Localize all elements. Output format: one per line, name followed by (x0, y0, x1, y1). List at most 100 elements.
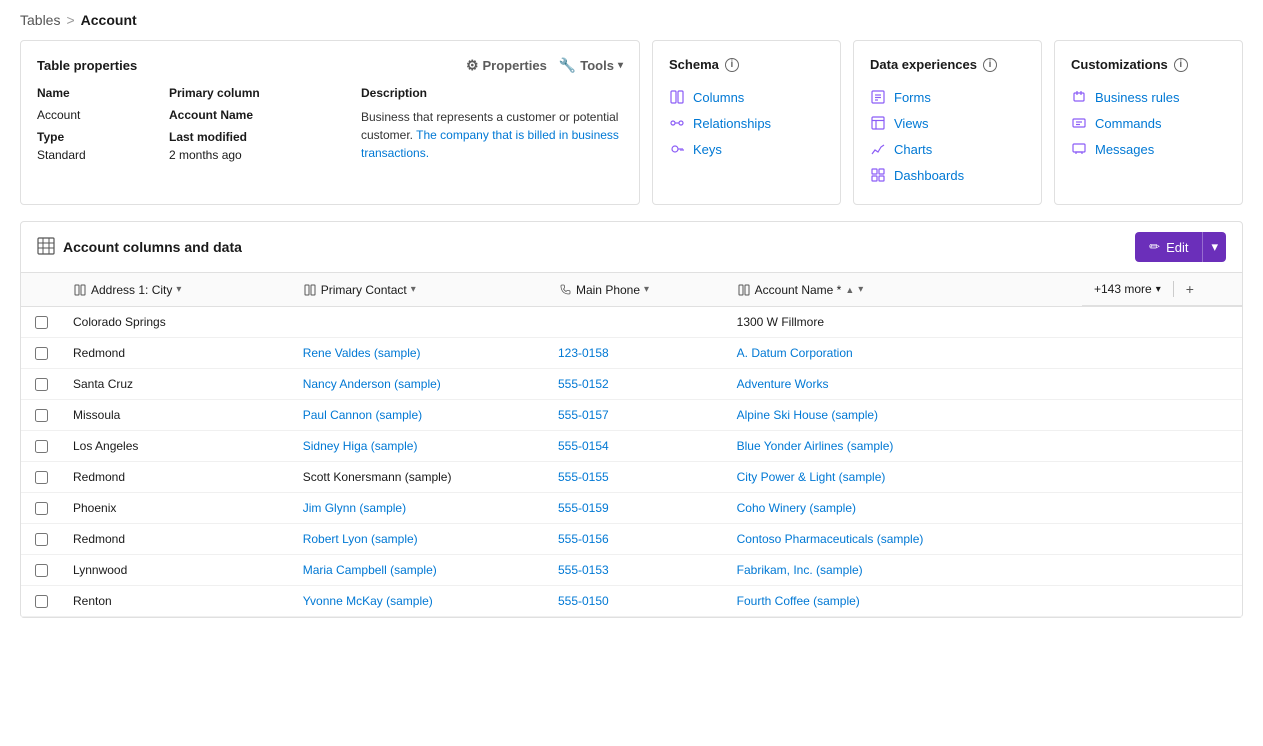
contact-link[interactable]: Paul Cannon (sample) (303, 408, 422, 422)
row-checkbox[interactable] (35, 502, 48, 515)
data-table-wrapper: Address 1: City ▾ Prim (21, 273, 1242, 617)
row-checkbox[interactable] (35, 409, 48, 422)
contact-cell: Robert Lyon (sample) (291, 524, 546, 555)
account-name-cell: Coho Winery (sample) (725, 493, 1082, 524)
city-cell: Phoenix (61, 493, 291, 524)
row-checkbox-cell[interactable] (21, 524, 61, 555)
row-checkbox-cell[interactable] (21, 369, 61, 400)
account-table-section: Account columns and data ✏ Edit ▾ (20, 221, 1243, 618)
breadcrumb: Tables > Account (0, 0, 1263, 40)
account-name-cell: Fabrikam, Inc. (sample) (725, 555, 1082, 586)
contact-link[interactable]: Sidney Higa (sample) (303, 439, 418, 453)
tp-grid: Name Primary column Description Account … (37, 86, 623, 162)
contact-cell: Jim Glynn (sample) (291, 493, 546, 524)
table-row: Phoenix Jim Glynn (sample) 555-0159 Coho… (21, 493, 1242, 524)
relationships-link[interactable]: Relationships (669, 110, 824, 136)
phone-link[interactable]: 555-0152 (558, 377, 609, 391)
contact-link[interactable]: Maria Campbell (sample) (303, 563, 437, 577)
row-checkbox-cell[interactable] (21, 338, 61, 369)
messages-link[interactable]: Messages (1071, 136, 1226, 162)
row-checkbox-cell[interactable] (21, 400, 61, 431)
row-checkbox-cell[interactable] (21, 431, 61, 462)
account-name-cell: Contoso Pharmaceuticals (sample) (725, 524, 1082, 555)
phone-link[interactable]: 555-0150 (558, 594, 609, 608)
city-column-header[interactable]: Address 1: City ▾ (61, 273, 291, 307)
properties-button[interactable]: ⚙ Properties (466, 57, 547, 74)
phone-link[interactable]: 555-0154 (558, 439, 609, 453)
phone-column-header[interactable]: Main Phone ▾ (546, 273, 725, 307)
account-link[interactable]: A. Datum Corporation (737, 346, 853, 360)
contact-link[interactable]: Jim Glynn (sample) (303, 501, 406, 515)
account-col-icon (737, 283, 751, 297)
description-header: Description (361, 86, 623, 104)
phone-link[interactable]: 123-0158 (558, 346, 609, 360)
dashboards-link[interactable]: Dashboards (870, 162, 1025, 188)
extra-cell (1082, 555, 1242, 586)
table-row: Missoula Paul Cannon (sample) 555-0157 A… (21, 400, 1242, 431)
row-checkbox-cell[interactable] (21, 493, 61, 524)
contact-column-header[interactable]: Primary Contact ▾ (291, 273, 546, 307)
phone-link[interactable]: 555-0156 (558, 532, 609, 546)
views-link[interactable]: Views (870, 110, 1025, 136)
row-checkbox[interactable] (35, 471, 48, 484)
breadcrumb-parent[interactable]: Tables (20, 12, 60, 28)
row-checkbox[interactable] (35, 316, 48, 329)
business-rules-link[interactable]: Business rules (1071, 84, 1226, 110)
row-checkbox[interactable] (35, 564, 48, 577)
row-checkbox-cell[interactable] (21, 462, 61, 493)
contact-link[interactable]: Robert Lyon (sample) (303, 532, 418, 546)
contact-link[interactable]: Rene Valdes (sample) (303, 346, 421, 360)
city-sort-icon: ▾ (176, 284, 181, 295)
table-row: Santa Cruz Nancy Anderson (sample) 555-0… (21, 369, 1242, 400)
columns-link[interactable]: Columns (669, 84, 824, 110)
phone-link[interactable]: 555-0159 (558, 501, 609, 515)
account-link[interactable]: Fourth Coffee (sample) (737, 594, 860, 608)
account-name-column-header[interactable]: Account Name * ▲ ▾ (725, 273, 1082, 307)
contact-cell: Maria Campbell (sample) (291, 555, 546, 586)
charts-link[interactable]: Charts (870, 136, 1025, 162)
account-link[interactable]: City Power & Light (sample) (737, 470, 886, 484)
account-link[interactable]: Adventure Works (737, 377, 829, 391)
forms-link[interactable]: Forms (870, 84, 1025, 110)
phone-link[interactable]: 555-0153 (558, 563, 609, 577)
tools-button[interactable]: 🔧 Tools ▾ (559, 57, 623, 74)
row-checkbox[interactable] (35, 347, 48, 360)
contact-link[interactable]: Yvonne McKay (sample) (303, 594, 433, 608)
contact-link[interactable]: Nancy Anderson (sample) (303, 377, 441, 391)
city-cell: Colorado Springs (61, 307, 291, 338)
account-link[interactable]: Alpine Ski House (sample) (737, 408, 878, 422)
city-cell: Lynnwood (61, 555, 291, 586)
table-grid-icon (37, 237, 55, 258)
desc-link2[interactable]: transactions. (361, 146, 429, 160)
row-checkbox[interactable] (35, 440, 48, 453)
row-checkbox-cell[interactable] (21, 586, 61, 617)
breadcrumb-current: Account (81, 12, 137, 28)
account-link[interactable]: Coho Winery (sample) (737, 501, 856, 515)
phone-link[interactable]: 555-0155 (558, 470, 609, 484)
data-table: Address 1: City ▾ Prim (21, 273, 1242, 617)
edit-button[interactable]: ✏ Edit (1135, 232, 1202, 262)
schema-title: Schema i (669, 57, 824, 72)
edit-dropdown-button[interactable]: ▾ (1202, 232, 1226, 262)
row-checkbox[interactable] (35, 533, 48, 546)
row-checkbox-cell[interactable] (21, 307, 61, 338)
business-rules-icon (1071, 89, 1087, 105)
table-row: Colorado Springs 1300 W Fillmore (21, 307, 1242, 338)
city-cell: Redmond (61, 462, 291, 493)
row-checkbox[interactable] (35, 595, 48, 608)
keys-link[interactable]: Keys (669, 136, 824, 162)
add-column-button[interactable]: + (1174, 273, 1206, 305)
row-checkbox[interactable] (35, 378, 48, 391)
row-checkbox-cell[interactable] (21, 555, 61, 586)
phone-link[interactable]: 555-0157 (558, 408, 609, 422)
account-link[interactable]: Contoso Pharmaceuticals (sample) (737, 532, 924, 546)
name-label: Account Type Standard (37, 108, 157, 162)
account-link[interactable]: Fabrikam, Inc. (sample) (737, 563, 863, 577)
more-cols-button[interactable]: +143 more ▾ (1082, 274, 1173, 304)
contact-cell: Rene Valdes (sample) (291, 338, 546, 369)
commands-link[interactable]: Commands (1071, 110, 1226, 136)
account-link[interactable]: Blue Yonder Airlines (sample) (737, 439, 894, 453)
phone-cell: 555-0156 (546, 524, 725, 555)
phone-cell: 123-0158 (546, 338, 725, 369)
desc-link1[interactable]: The company that is billed in business (416, 128, 619, 142)
